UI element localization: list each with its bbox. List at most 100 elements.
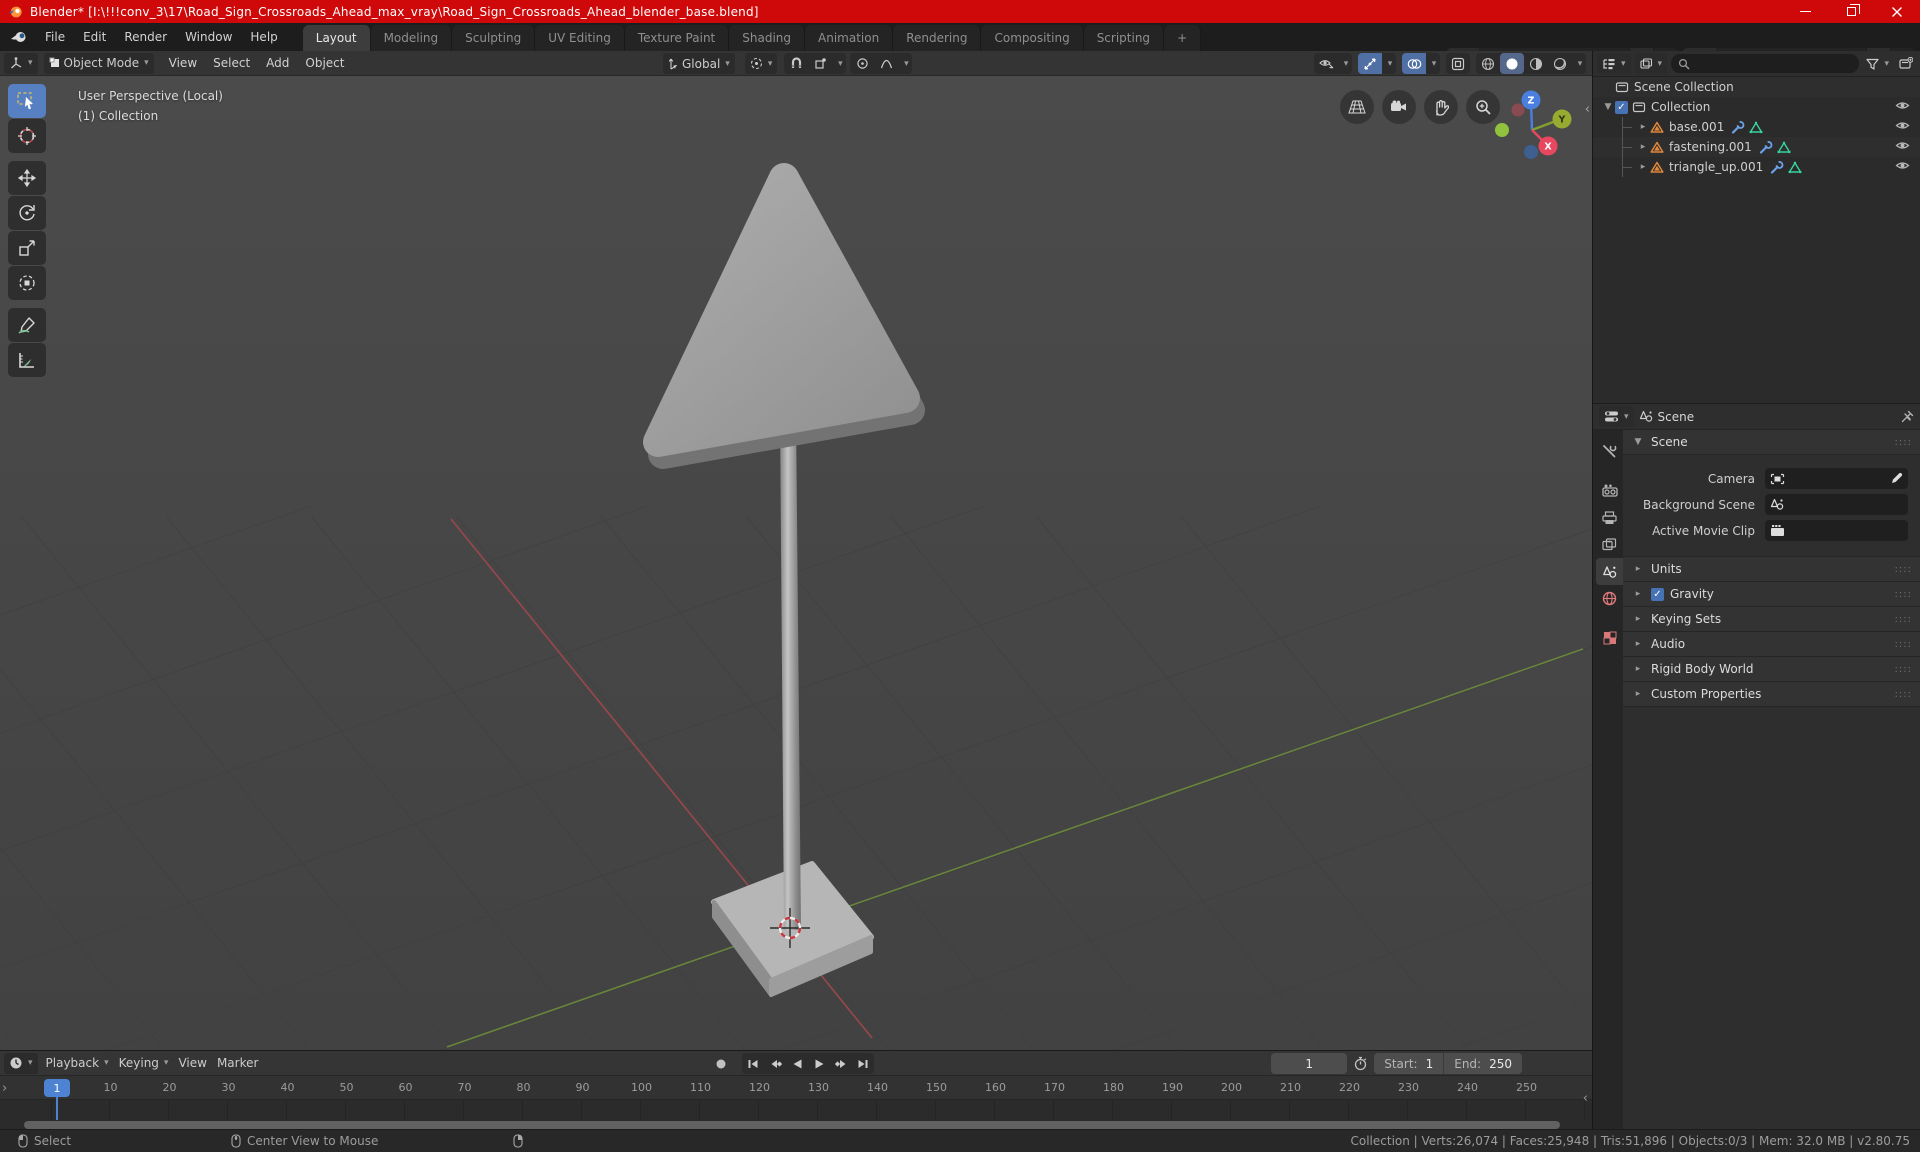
active-movie-clip-field[interactable] [1765, 520, 1908, 541]
tab-texture[interactable] [1596, 624, 1623, 651]
snap-toggle[interactable] [784, 53, 808, 74]
current-frame-badge[interactable]: 1 [44, 1079, 70, 1097]
tab-output[interactable] [1596, 504, 1623, 531]
workspace-tab[interactable]: UV Editing [535, 25, 625, 51]
rendered-shading-button[interactable] [1548, 53, 1572, 74]
snap-settings-dropdown[interactable]: ▾ [832, 53, 846, 74]
gravity-checkbox[interactable]: ✓ [1651, 587, 1664, 601]
background-scene-field[interactable] [1765, 494, 1908, 515]
restore-button[interactable] [1828, 0, 1874, 23]
scene-panel-header[interactable]: ▼ Scene :::: [1623, 430, 1920, 455]
sidebar-toggle-arrow[interactable]: ‹ [1585, 102, 1590, 117]
expand-icon[interactable]: ▸ [1631, 614, 1645, 624]
show-overlays-toggle[interactable] [1402, 53, 1426, 74]
outliner-object-row[interactable]: ▸ base.001 [1593, 117, 1920, 137]
gizmos-dropdown[interactable]: ▾ [1382, 53, 1396, 74]
snap-target-icon[interactable] [808, 53, 832, 74]
jump-to-next-keyframe-button[interactable] [830, 1053, 852, 1074]
scale-tool[interactable] [8, 231, 46, 265]
play-button[interactable] [808, 1053, 830, 1074]
viewport-canvas[interactable]: User Perspective (Local) (1) Collection [0, 76, 1592, 1050]
playhead[interactable] [56, 1097, 58, 1120]
drag-dots-icon[interactable]: :::: [1895, 664, 1912, 675]
tab-scene[interactable] [1596, 558, 1623, 585]
move-tool[interactable] [8, 161, 46, 195]
tab-tool[interactable] [1596, 438, 1623, 465]
hide-in-viewport-toggle[interactable] [1895, 160, 1910, 171]
cursor-tool[interactable] [8, 119, 46, 153]
drag-dots-icon[interactable]: :::: [1895, 564, 1912, 575]
outliner-object-row[interactable]: ▸ triangle_up.001 [1593, 157, 1920, 177]
timeline-menu[interactable]: Keying ▾ [114, 1053, 174, 1074]
workspace-tab[interactable]: Compositing [981, 25, 1084, 51]
camera-view-icon[interactable] [1382, 90, 1416, 124]
expand-icon[interactable]: ▸ [1631, 689, 1645, 699]
overlays-dropdown[interactable]: ▾ [1426, 53, 1440, 74]
current-frame-field[interactable]: 1 [1271, 1053, 1348, 1074]
jump-to-start-button[interactable] [742, 1053, 764, 1074]
expand-icon[interactable]: ▸ [1636, 162, 1650, 172]
workspace-tab[interactable]: Sculpting [452, 25, 536, 51]
timeline-menu[interactable]: View [173, 1053, 211, 1074]
drag-dots-icon[interactable]: :::: [1895, 639, 1912, 650]
annotate-tool[interactable] [8, 308, 46, 342]
workspace-tab[interactable]: Layout [302, 25, 371, 51]
close-button[interactable] [1874, 0, 1920, 23]
timeline-menu[interactable]: Marker [212, 1053, 263, 1074]
tab-view-layer[interactable] [1596, 531, 1623, 558]
viewport-menu[interactable]: Add [258, 51, 297, 76]
xray-toggle[interactable] [1446, 53, 1470, 74]
drag-dots-icon[interactable]: :::: [1895, 437, 1912, 448]
menubar-menu[interactable]: File [36, 23, 74, 51]
workspace-tab[interactable]: Texture Paint [624, 25, 730, 51]
timeline-track[interactable] [0, 1100, 1592, 1120]
shading-dropdown[interactable]: ▾ [1572, 53, 1586, 74]
new-collection-button[interactable] [1896, 53, 1916, 74]
tab-world[interactable] [1596, 585, 1623, 612]
mode-dropdown[interactable]: Object Mode ▾ [43, 52, 154, 74]
timeline-editor-type-button[interactable]: ▾ [4, 1052, 38, 1074]
timeline-right-region-arrow[interactable]: ‹ [1583, 1091, 1588, 1106]
drag-dots-icon[interactable]: :::: [1895, 689, 1912, 700]
solid-shading-button[interactable] [1500, 53, 1524, 74]
wireframe-shading-button[interactable] [1476, 53, 1500, 74]
property-panel-header[interactable]: ▸ ✓ Gravity :::: [1623, 582, 1920, 607]
tab-render[interactable] [1596, 477, 1623, 504]
expand-icon[interactable]: ▸ [1636, 122, 1650, 132]
property-panel-header[interactable]: ▸ ✓ Rigid Body World :::: [1623, 657, 1920, 682]
outliner-display-mode-button[interactable]: ▾ [1634, 53, 1668, 74]
transform-orientation-dropdown[interactable]: Global ▾ [663, 53, 735, 74]
show-gizmos-toggle[interactable] [1358, 53, 1382, 74]
filter-icon[interactable]: ▾ [1863, 53, 1892, 74]
proportional-edit-toggle[interactable] [850, 53, 874, 74]
pin-icon[interactable] [1901, 410, 1914, 423]
eyedropper-icon[interactable] [1890, 472, 1903, 485]
select-box-tool[interactable] [8, 84, 46, 118]
outliner-search-input[interactable] [1671, 54, 1860, 73]
visibility-dropdown[interactable]: ▾ [1338, 53, 1352, 74]
viewport-menu[interactable]: View [161, 51, 205, 76]
property-panel-header[interactable]: ▸ ✓ Custom Properties :::: [1623, 682, 1920, 707]
outliner-row-collection[interactable]: ▼ ✓ Collection [1593, 97, 1920, 117]
viewport-menu[interactable]: Select [205, 51, 258, 76]
toggle-perspective-icon[interactable] [1340, 90, 1374, 124]
proportional-falloff-icon[interactable] [874, 53, 898, 74]
timeline-ruler[interactable]: 10 20 30 40 50 60 70 80 90 100 110 120 130 140 150 160 1… [0, 1076, 1592, 1100]
expand-icon[interactable]: ▸ [1631, 639, 1645, 649]
material-preview-button[interactable] [1524, 53, 1548, 74]
jump-to-prev-keyframe-button[interactable] [764, 1053, 786, 1074]
pan-view-icon[interactable] [1424, 90, 1458, 124]
minimize-button[interactable] [1782, 0, 1828, 23]
property-panel-header[interactable]: ▸ ✓ Units :::: [1623, 557, 1920, 582]
object-visibility-icon[interactable] [1314, 53, 1338, 74]
outliner-object-row[interactable]: ▸ fastening.001 [1593, 137, 1920, 157]
menubar-menu[interactable]: Edit [74, 23, 115, 51]
property-panel-header[interactable]: ▸ ✓ Audio :::: [1623, 632, 1920, 657]
drag-dots-icon[interactable]: :::: [1895, 614, 1912, 625]
navigation-gizmo[interactable]: Z Y X [1495, 90, 1579, 174]
timeline-scrollbar[interactable] [24, 1121, 1560, 1129]
expand-icon[interactable]: ▸ [1631, 589, 1645, 599]
viewport-menu[interactable]: Object [297, 51, 352, 76]
properties-editor-type-button[interactable]: ▾ [1599, 406, 1634, 427]
menubar-menu[interactable]: Window [176, 23, 241, 51]
